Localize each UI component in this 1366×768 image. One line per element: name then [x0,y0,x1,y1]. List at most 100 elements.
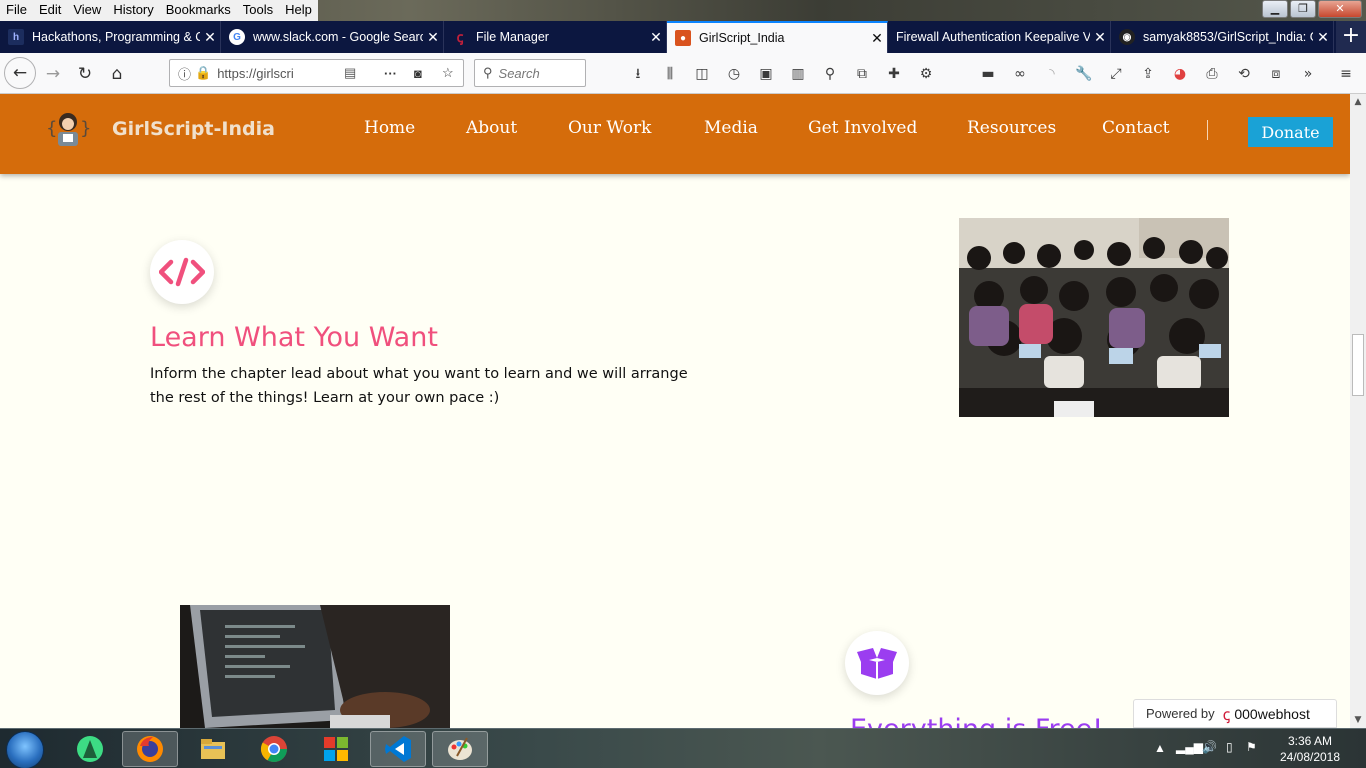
home-button[interactable]: ⌂ [102,59,132,89]
upload-icon[interactable]: ⇪ [1138,64,1158,84]
menu-tools[interactable]: Tools [237,0,279,21]
page-scrollbar[interactable]: ▲ ▼ [1350,94,1366,728]
feature-title: Learn What You Want [150,322,438,353]
search-icon: ⚲ [483,65,493,80]
tab-title: Hackathons, Programming & C [32,30,200,44]
tab-title: File Manager [476,30,549,44]
donate-button[interactable]: Donate [1248,117,1333,147]
site-header: { } GirlScript-India Home About Our Work… [0,94,1350,174]
volume-icon[interactable]: 🔊 [1202,740,1217,754]
search-bar[interactable]: ⚲ Search [474,59,586,87]
close-tab-icon[interactable]: ✕ [867,30,887,47]
restore-icon[interactable]: ⟲ [1234,64,1254,84]
fullscreen-icon[interactable]: ⤢ [1106,64,1126,84]
menu-bookmarks[interactable]: Bookmarks [160,0,237,21]
tab-strip: h Hackathons, Programming & C ✕ G www.sl… [0,21,1366,53]
system-clock[interactable]: 3:36 AM 24/08/2018 [1268,733,1352,765]
screenshot-icon[interactable]: ▣ [756,64,776,84]
tab-hackathons[interactable]: h Hackathons, Programming & C ✕ [0,21,221,53]
settings-gear-icon[interactable]: ⚙ [916,64,936,84]
tab-firewall[interactable]: Firewall Authentication Keepalive V ✕ [888,21,1111,53]
menu-file[interactable]: File [0,0,33,21]
android-studio-icon[interactable] [62,731,118,767]
paint-icon[interactable] [432,731,488,767]
downloads-icon[interactable]: ⭳ [628,64,648,84]
page-actions-icon[interactable]: ··· [384,66,397,81]
nav-media[interactable]: Media [704,118,758,138]
sidebar-icon[interactable]: ◫ [692,64,712,84]
nav-resources[interactable]: Resources [967,118,1056,138]
hat-extension-icon[interactable]: ▬ [978,64,998,84]
close-window-button[interactable]: ✕ [1318,0,1362,18]
powered-by-brand: 000webhost [1234,705,1310,722]
overflow-chevron-icon[interactable]: » [1298,64,1318,84]
reload-button[interactable]: ↻ [70,59,100,89]
private-mask-icon[interactable]: ∞ [1010,64,1030,84]
file-explorer-icon[interactable] [185,731,241,767]
print-icon[interactable]: ⎙ [1202,64,1222,84]
menu-view[interactable]: View [67,0,107,21]
girlscript-logo[interactable]: { } [46,106,90,150]
zoom-search-icon[interactable]: ⚲ [820,64,840,84]
history-clock-icon[interactable]: ◷ [724,64,744,84]
url-text[interactable]: https://girlscri [217,66,294,81]
show-hidden-icons-icon[interactable]: ▲ [1154,741,1166,755]
extension-face-icon[interactable]: ◕ [1170,64,1190,84]
vscode-icon[interactable] [370,731,426,767]
action-center-flag-icon[interactable]: ⚑ [1246,740,1257,754]
nav-home[interactable]: Home [364,118,415,138]
reader-view-icon[interactable]: ▤ [344,65,356,81]
network-signal-icon[interactable]: ▂▄▆ [1176,740,1203,754]
forward-button[interactable]: → [38,59,68,89]
warning-lock-icon[interactable]: 🔒 [195,65,211,81]
start-button[interactable] [6,731,44,768]
close-tab-icon[interactable]: ✕ [200,29,220,46]
reload-icon: ↻ [77,64,93,84]
menu-history[interactable]: History [107,0,159,21]
back-button[interactable]: ← [4,57,36,89]
addons-puzzle-icon[interactable]: ✚ [884,64,904,84]
tab-github[interactable]: ◉ samyak8853/GirlScript_India: G ✕ [1111,21,1334,53]
close-tab-icon[interactable]: ✕ [1090,29,1110,46]
menu-edit[interactable]: Edit [33,0,67,21]
minimize-button[interactable]: ▁ [1262,0,1288,18]
scrollbar-thumb[interactable] [1352,334,1364,396]
scroll-up-icon[interactable]: ▲ [1350,94,1366,110]
close-tab-icon[interactable]: ✕ [423,29,443,46]
nav-our-work[interactable]: Our Work [568,118,651,138]
new-tab-button[interactable]: + [1336,21,1366,53]
feature-title: Everything is Free! [850,714,1103,728]
nav-divider [1207,120,1208,140]
wrench-icon[interactable]: 🔧 [1074,64,1094,84]
hamburger-menu-icon[interactable]: ≡ [1336,64,1356,84]
save-page-icon[interactable]: ▥ [788,64,808,84]
chrome-icon[interactable] [246,731,302,767]
feature-description: Inform the chapter lead about what you w… [150,362,710,410]
site-brand[interactable]: GirlScript-India [112,118,275,140]
responsive-icon[interactable]: ⧈ [1266,64,1286,84]
battery-icon[interactable]: ▯ [1226,740,1233,754]
url-bar[interactable]: ⓘ 🔒 https://girlscri ▤ ··· ◙ ☆ [169,59,464,87]
tab-file-manager[interactable]: ꞔ File Manager ✕ [444,21,667,53]
send-tab-icon[interactable]: ⧉ [852,64,872,84]
firefox-icon[interactable] [122,731,178,767]
nav-contact[interactable]: Contact [1102,118,1170,138]
bookmark-star-icon[interactable]: ☆ [442,65,454,81]
office-icon[interactable] [308,731,364,767]
close-tab-icon[interactable]: ✕ [646,29,666,46]
info-icon[interactable]: ⓘ [178,64,191,83]
tab-girlscript[interactable]: ● GirlScript_India ✕ [667,21,888,53]
powered-by-badge[interactable]: Powered by ꞔ 000webhost [1133,699,1337,728]
maximize-button[interactable]: ❐ [1290,0,1316,18]
menu-help[interactable]: Help [279,0,318,21]
scroll-down-icon[interactable]: ▼ [1350,712,1366,728]
close-tab-icon[interactable]: ✕ [1313,29,1333,46]
svg-text:{: { [46,118,57,139]
svg-text:}: } [80,118,90,139]
tab-slack-search[interactable]: G www.slack.com - Google Searc ✕ [221,21,444,53]
rss-icon[interactable]: ◝ [1042,64,1062,84]
nav-about[interactable]: About [466,118,517,138]
pocket-icon[interactable]: ◙ [414,66,422,81]
nav-get-involved[interactable]: Get Involved [808,118,917,138]
library-icon[interactable]: ⫼ [660,64,680,84]
